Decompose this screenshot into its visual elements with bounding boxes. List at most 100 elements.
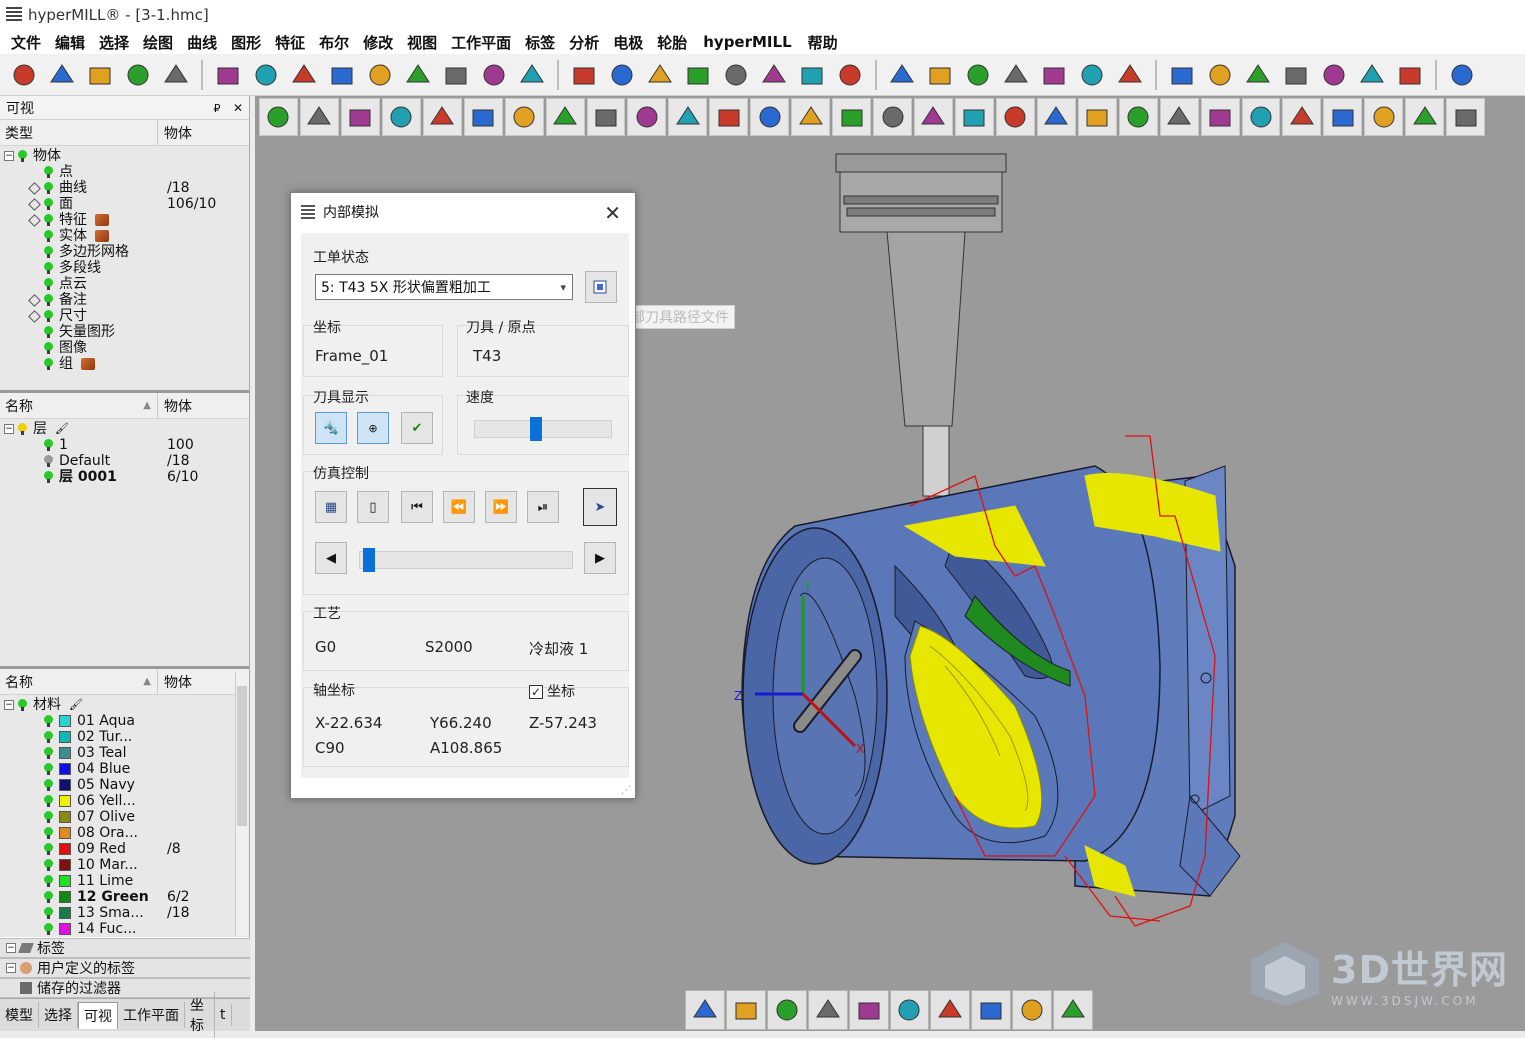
tree-root-materials[interactable]: − 材料 🖌: [0, 697, 249, 713]
col-name[interactable]: 名称: [5, 672, 33, 692]
visibility-bulb-icon[interactable]: [44, 342, 53, 354]
globe-view-button[interactable]: [725, 990, 766, 1030]
visibility-bulb-icon[interactable]: [44, 182, 53, 194]
tab-visibility[interactable]: 可视: [78, 1001, 118, 1029]
view-back-button[interactable]: [832, 98, 872, 136]
visibility-bulb-icon[interactable]: [44, 294, 53, 306]
surface-button[interactable]: [210, 57, 246, 93]
tab-model[interactable]: 模型: [0, 1002, 39, 1028]
boolean-button[interactable]: [642, 57, 678, 93]
tree-item-type[interactable]: 面 106/10: [0, 196, 249, 212]
tree-item-material[interactable]: 01 Aqua: [0, 713, 249, 729]
visibility-bulb-icon[interactable]: [44, 198, 53, 210]
menu-workplane[interactable]: 工作平面: [444, 32, 518, 53]
axis-coord-checkbox[interactable]: ✓ 坐标: [529, 681, 575, 701]
visibility-bulb-icon[interactable]: [44, 827, 53, 839]
show-path-button[interactable]: ✔: [401, 412, 433, 444]
tree-item-type[interactable]: 实体: [0, 228, 249, 244]
visibility-bulb-icon[interactable]: [44, 310, 53, 322]
visibility-bulb-icon[interactable]: [18, 150, 27, 162]
to-start-button[interactable]: ⏮: [401, 491, 433, 523]
cylinder-button[interactable]: [604, 57, 640, 93]
rectangle-button[interactable]: [82, 57, 118, 93]
chamfer-button[interactable]: [794, 57, 830, 93]
revolve-button[interactable]: [324, 57, 360, 93]
tree-item-material[interactable]: 03 Teal: [0, 745, 249, 761]
col-object[interactable]: 物体: [164, 675, 192, 691]
tree-item-material[interactable]: 09 Red/8: [0, 841, 249, 857]
job-select[interactable]: 5: T43 5X 形状偏置粗加工 ▾: [315, 274, 573, 300]
plus-button[interactable]: [1405, 98, 1445, 136]
loft-button[interactable]: [400, 57, 436, 93]
tree-item-type[interactable]: 尺寸: [0, 308, 249, 324]
helix-button[interactable]: [1074, 57, 1110, 93]
tree-item-material[interactable]: 02 Tur...: [0, 729, 249, 745]
step-back-button[interactable]: ⏪: [443, 491, 475, 523]
shaded-button[interactable]: [627, 98, 667, 136]
tree-item-type[interactable]: 曲线/18: [0, 180, 249, 196]
col-name[interactable]: 名称: [5, 396, 33, 416]
open-button[interactable]: [299, 98, 339, 136]
expand-icon[interactable]: [28, 197, 41, 211]
visibility-bulb-icon[interactable]: [44, 246, 53, 258]
circle-button[interactable]: [158, 57, 194, 93]
measure-button[interactable]: [1241, 98, 1281, 136]
menu-view[interactable]: 视图: [400, 32, 444, 53]
offset-button[interactable]: [718, 57, 754, 93]
arc-button[interactable]: [884, 57, 920, 93]
visibility-bulb-icon[interactable]: [44, 262, 53, 274]
brush-icon[interactable]: 🖌: [55, 421, 69, 437]
color-map-button[interactable]: [971, 990, 1012, 1030]
new-button[interactable]: [259, 98, 298, 136]
slider-left-button[interactable]: ◀: [315, 542, 347, 574]
menu-tire[interactable]: 轮胎: [650, 32, 694, 53]
visibility-bulb-icon[interactable]: [44, 326, 53, 338]
slider-right-button[interactable]: ▶: [584, 542, 616, 574]
wireframe-button[interactable]: [873, 98, 912, 136]
tree-item-material[interactable]: 05 Navy: [0, 777, 249, 793]
tree-item-type[interactable]: 多段线: [0, 260, 249, 276]
pencil-button[interactable]: [1012, 990, 1053, 1030]
menu-feature[interactable]: 特征: [268, 32, 312, 53]
menu-draw[interactable]: 绘图: [136, 32, 180, 53]
menu-electrode[interactable]: 电极: [606, 32, 650, 53]
fill-button[interactable]: [1282, 98, 1322, 136]
tree-item-material[interactable]: 13 Sma... /18: [0, 905, 249, 921]
tree-item-type[interactable]: 备注: [0, 292, 249, 308]
hidden-button[interactable]: [914, 98, 953, 136]
dimension-view-button[interactable]: [889, 990, 930, 1030]
layer-button[interactable]: [1323, 98, 1363, 136]
info-button[interactable]: [422, 98, 462, 136]
load-toolpath-button[interactable]: [585, 271, 617, 303]
visibility-bulb-icon[interactable]: [44, 747, 53, 759]
tree-item-type[interactable]: 特征: [0, 212, 249, 228]
menu-select[interactable]: 选择: [92, 32, 136, 53]
layers-view-button[interactable]: [685, 990, 725, 1030]
plane-button[interactable]: [248, 57, 284, 93]
menu-boolean[interactable]: 布尔: [312, 32, 356, 53]
tree-item-layer[interactable]: 1 100: [0, 437, 249, 453]
curve-button[interactable]: [960, 57, 996, 93]
tree-item-layer[interactable]: Default/18: [0, 453, 249, 469]
sphere-button[interactable]: [1036, 57, 1072, 93]
view-right-button[interactable]: [750, 98, 790, 136]
visibility-bulb-icon[interactable]: [44, 859, 53, 871]
dimension-button[interactable]: [1164, 57, 1200, 93]
visibility-bulb-icon[interactable]: [44, 795, 53, 807]
tab-more[interactable]: t: [215, 1004, 232, 1026]
expand-icon[interactable]: [28, 181, 41, 195]
col-type[interactable]: 类型: [5, 123, 33, 143]
visibility-bulb-icon[interactable]: [44, 230, 53, 242]
annotation-button[interactable]: [1278, 57, 1314, 93]
tree-root-objects[interactable]: − 物体: [0, 148, 249, 164]
resize-grip-icon[interactable]: ⋰: [621, 785, 631, 796]
col-object[interactable]: 物体: [164, 399, 192, 415]
menu-shape[interactable]: 图形: [224, 32, 268, 53]
material-scrollbar[interactable]: [235, 672, 248, 936]
point-grid-button[interactable]: [120, 57, 156, 93]
tree-item-material[interactable]: 07 Olive: [0, 809, 249, 825]
tree-item-material[interactable]: 11 Lime: [0, 873, 249, 889]
tree-item-type[interactable]: 图像: [0, 340, 249, 356]
view-top-button[interactable]: [709, 98, 749, 136]
tree-item-material[interactable]: 06 Yell...: [0, 793, 249, 809]
